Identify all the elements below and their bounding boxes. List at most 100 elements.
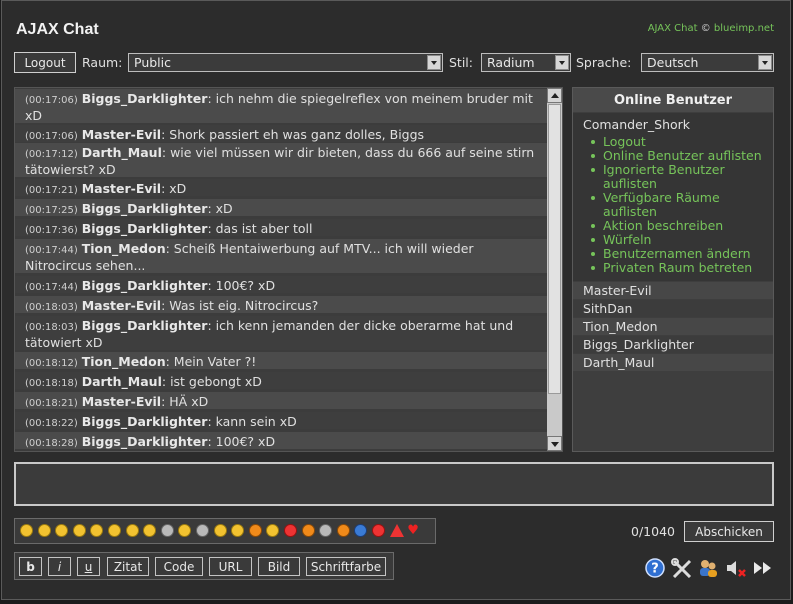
message-text: xD	[169, 181, 187, 196]
message-time: (00:17:44)	[25, 245, 78, 256]
scroll-thumb[interactable]	[548, 104, 561, 394]
message-user[interactable]: Biggs_Darklighter	[82, 201, 208, 216]
bbcode-button-b[interactable]: b	[19, 557, 42, 576]
copyright: AJAX Chat © blueimp.net	[648, 23, 774, 34]
bbcode-button-url[interactable]: URL	[209, 557, 252, 576]
user-action-link[interactable]: Würfeln	[585, 233, 773, 247]
warning-icon[interactable]	[389, 524, 404, 537]
message-user[interactable]: Master-Evil	[82, 127, 161, 142]
chat-message: (00:18:18) Darth_Maul: ist gebongt xD	[15, 372, 548, 389]
message-user[interactable]: Biggs_Darklighter	[82, 91, 208, 106]
chevron-down-icon[interactable]	[758, 55, 772, 70]
lightbulb-icon[interactable]	[319, 524, 333, 537]
message-user[interactable]: Master-Evil	[82, 181, 161, 196]
bbcode-toolbar: b i u Zitat Code URL Bild Schriftfarbe	[14, 552, 394, 580]
chat-message: (00:18:22) Biggs_Darklighter: kann sein …	[15, 412, 548, 429]
grin-icon[interactable]	[55, 524, 69, 537]
chevron-down-icon[interactable]	[555, 55, 569, 70]
nerd-icon[interactable]	[160, 524, 174, 537]
copyright-link[interactable]: blueimp.net	[714, 23, 774, 34]
message-separator: :	[207, 434, 216, 449]
message-user[interactable]: Tion_Medon	[82, 354, 166, 369]
bbcode-button-schriftfarbe[interactable]: Schriftfarbe	[306, 557, 386, 576]
room-select[interactable]: Public	[128, 53, 443, 72]
tongue-icon[interactable]	[72, 524, 86, 537]
wink-icon[interactable]	[37, 524, 51, 537]
current-user-name[interactable]: Comander_Shork	[583, 117, 690, 132]
blank-icon[interactable]	[143, 524, 157, 537]
message-separator: :	[207, 201, 216, 216]
online-user[interactable]: Tion_Medon	[573, 318, 773, 335]
chat-message: (00:17:12) Darth_Maul: wie viel müssen w…	[15, 143, 548, 177]
question-icon[interactable]	[354, 524, 368, 537]
message-input[interactable]	[14, 462, 774, 506]
chat-message-list[interactable]: (00:17:06) Biggs_Darklighter: ich nehm d…	[14, 87, 563, 452]
settings-icon[interactable]	[671, 558, 693, 578]
online-user[interactable]: Biggs_Darklighter	[573, 336, 773, 353]
monkey-icon[interactable]	[301, 524, 315, 537]
stop-icon[interactable]	[372, 524, 385, 537]
sound-muted-icon[interactable]	[724, 558, 748, 578]
online-users-panel: Online Benutzer Comander_Shork Logout Onl…	[572, 87, 774, 452]
message-user[interactable]: Biggs_Darklighter	[82, 278, 208, 293]
language-select[interactable]: Deutsch	[641, 53, 774, 72]
cry-icon[interactable]	[231, 524, 245, 537]
user-action-link[interactable]: Online Benutzer auflisten	[585, 149, 773, 163]
neutral-icon[interactable]	[108, 524, 121, 537]
laugh-icon[interactable]	[90, 524, 104, 537]
message-user[interactable]: Darth_Maul	[82, 145, 162, 160]
message-user[interactable]: Biggs_Darklighter	[82, 414, 208, 429]
surprised-icon[interactable]	[125, 524, 139, 537]
shout-icon[interactable]	[248, 524, 262, 537]
online-user[interactable]: Master-Evil	[573, 282, 773, 299]
bbcode-button-i[interactable]: i	[48, 557, 71, 576]
user-action-link[interactable]: Aktion beschreiben	[585, 219, 773, 233]
cool-icon[interactable]	[178, 524, 192, 537]
chat-message: (00:17:06) Biggs_Darklighter: ich nehm d…	[15, 89, 548, 123]
online-user[interactable]: Darth_Maul	[573, 354, 773, 371]
heart-icon[interactable]: ♥	[407, 524, 420, 537]
chat-message: (00:17:36) Biggs_Darklighter: das ist ab…	[15, 219, 548, 236]
sunglasses-icon[interactable]	[196, 524, 209, 537]
message-separator: :	[161, 374, 171, 389]
user-action-link[interactable]: Ignorierte Benutzer auflisten	[585, 163, 773, 191]
message-time: (00:17:06)	[25, 95, 78, 106]
message-user[interactable]: Biggs_Darklighter	[82, 318, 208, 333]
user-action-link[interactable]: Benutzernamen ändern	[585, 247, 773, 261]
bbcode-button-zitat[interactable]: Zitat	[107, 557, 149, 576]
blush-icon[interactable]	[213, 524, 227, 537]
grimace-icon[interactable]	[266, 524, 280, 537]
help-icon[interactable]: ?	[645, 558, 665, 578]
message-time: (00:17:44)	[25, 282, 78, 293]
scrollbar[interactable]	[547, 88, 562, 451]
message-user[interactable]: Biggs_Darklighter	[82, 434, 208, 449]
message-text: kann sein xD	[215, 414, 297, 429]
message-user[interactable]: Master-Evil	[82, 394, 161, 409]
exclamation-icon[interactable]	[336, 524, 350, 537]
bbcode-button-code[interactable]: Code	[155, 557, 203, 576]
character-counter: 0/1040	[631, 524, 675, 539]
chevron-down-icon[interactable]	[427, 55, 441, 70]
user-action-link[interactable]: Verfügbare Räume auflisten	[585, 191, 773, 219]
bbcode-button-bild[interactable]: Bild	[258, 557, 300, 576]
user-action-link[interactable]: Logout	[585, 135, 773, 149]
message-separator: :	[207, 278, 216, 293]
message-text: xD	[215, 201, 233, 216]
devil-icon[interactable]	[284, 524, 297, 537]
send-button[interactable]: Abschicken	[684, 521, 774, 542]
online-user[interactable]: SithDan	[573, 300, 773, 317]
logout-button[interactable]: Logout	[14, 52, 76, 73]
scroll-down-button[interactable]	[547, 436, 562, 451]
message-user[interactable]: Darth_Maul	[82, 374, 162, 389]
bbcode-button-u[interactable]: u	[77, 557, 100, 576]
user-action-link[interactable]: Privaten Raum betreten	[585, 261, 773, 275]
message-user[interactable]: Master-Evil	[82, 298, 161, 313]
message-user[interactable]: Biggs_Darklighter	[82, 221, 208, 236]
fast-forward-icon[interactable]	[752, 558, 774, 578]
style-select[interactable]: Radium	[481, 53, 571, 72]
chat-message: (00:18:12) Tion_Medon: Mein Vater ?!	[15, 352, 548, 369]
scroll-up-button[interactable]	[547, 88, 562, 103]
smile-icon[interactable]	[20, 524, 33, 537]
online-users-icon[interactable]	[697, 558, 719, 578]
message-user[interactable]: Tion_Medon	[82, 241, 166, 256]
